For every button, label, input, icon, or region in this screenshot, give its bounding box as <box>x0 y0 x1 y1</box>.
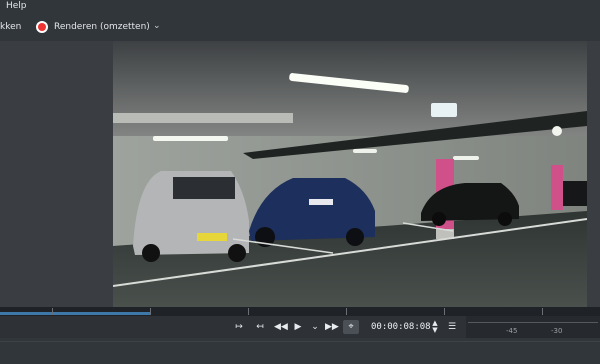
menubar: Help <box>0 0 600 14</box>
zone-out-icon[interactable]: ↤ <box>254 320 266 334</box>
timeline-marker <box>248 308 249 315</box>
chevron-down-icon[interactable]: ⌄ <box>310 320 320 334</box>
meter-scale-label: -45 <box>506 327 518 335</box>
timecode-display[interactable]: 00:00:08:08 <box>371 320 431 334</box>
timeline-marker <box>52 308 53 315</box>
video-monitor[interactable] <box>113 41 587 307</box>
up-down-icon[interactable]: ▲ ▼ <box>430 320 440 334</box>
play-icon[interactable]: ▶ <box>293 320 303 334</box>
timeline-marker <box>444 308 445 315</box>
crop-icon[interactable]: ⌖ <box>343 320 359 334</box>
fast-forward-icon[interactable]: ▶▶ <box>325 320 339 334</box>
record-icon <box>38 23 46 31</box>
timeline-marker <box>542 308 543 315</box>
render-button-label[interactable]: Renderen (omzetten) <box>54 22 150 32</box>
meter-scale-label: -30 <box>551 327 563 335</box>
toolbar-partial-label[interactable]: kken <box>0 22 21 32</box>
video-frame-parking-garage <box>113 41 587 307</box>
left-panel <box>0 41 113 307</box>
menu-help[interactable]: Help <box>6 1 27 11</box>
divider <box>0 341 600 342</box>
meter-ticks <box>468 322 598 325</box>
hamburger-icon[interactable]: ☰ <box>446 320 458 334</box>
timeline-marker <box>150 308 151 315</box>
timeline-marker <box>346 308 347 315</box>
bottom-panel <box>0 338 600 364</box>
audio-meter: -45 -30 <box>466 316 600 338</box>
rewind-icon[interactable]: ◀◀ <box>274 320 288 334</box>
toolbar: kken Renderen (omzetten) ⌄ <box>0 14 600 41</box>
right-panel-edge <box>587 41 600 307</box>
chevron-down-icon[interactable]: ⌄ <box>153 21 161 31</box>
timeline-progress-bar <box>0 312 150 315</box>
zone-in-icon[interactable]: ↦ <box>233 320 245 334</box>
